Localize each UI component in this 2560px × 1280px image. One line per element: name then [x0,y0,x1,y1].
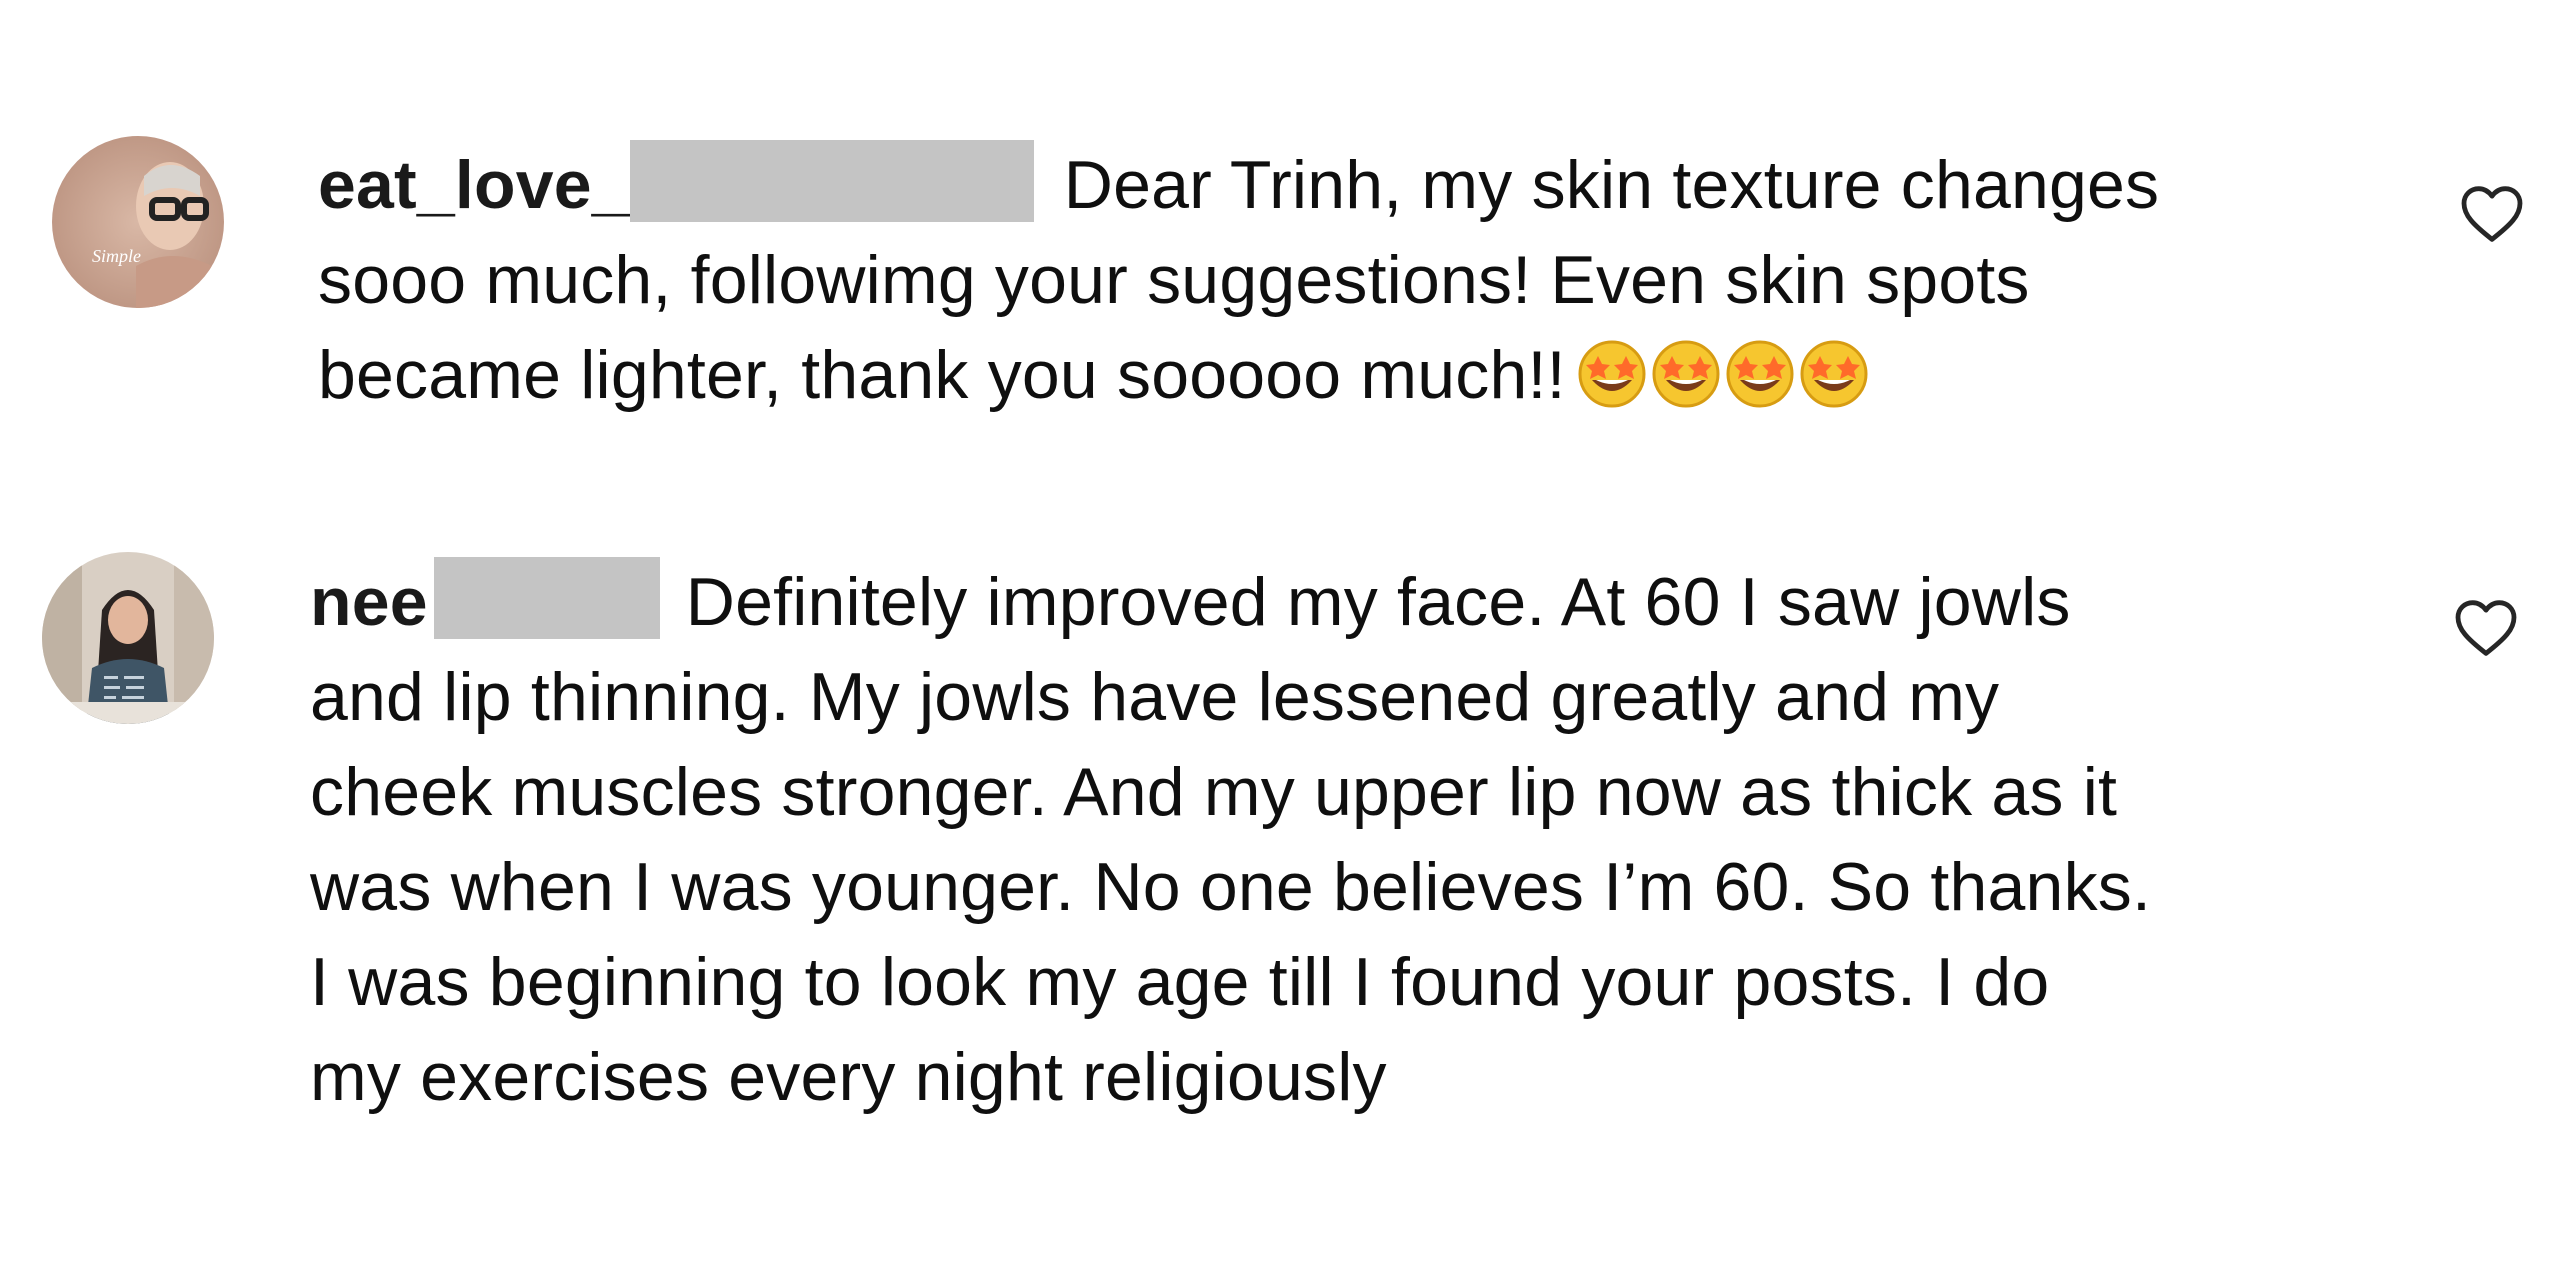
comment-text: Definitely improved my face. At 60 I saw… [685,564,2071,640]
comment-line: and lip thinning. My jowls have lessened… [310,659,2000,735]
heart-outline-icon [2455,600,2517,656]
comment-line: became lighter, thank you sooooo much!! [318,328,2498,423]
comment-body: eat_love_ Dear Trinh, my skin texture cha… [318,138,2498,423]
comment-text: became lighter, thank you sooooo much!! [318,337,1566,413]
comment-line: I was beginning to look my age till I fo… [310,944,2050,1020]
redaction-box [433,557,660,639]
comment-line: cheek muscles stronger. And my upper lip… [310,754,2118,830]
comment-line: eat_love_ Dear Trinh, my skin texture cha… [318,138,2498,233]
username[interactable]: nee [310,564,428,640]
avatar[interactable] [42,552,214,724]
redaction-box [629,140,1034,222]
avatar-overlay-text: Simple [92,246,141,266]
comment-line: nee Definitely improved my face. At 60 I … [310,555,2490,650]
star-struck-emoji-icon [1652,340,1720,408]
comment-line: sooo much, followimg your suggestions! E… [318,242,2030,318]
star-struck-emoji-icon [1578,340,1646,408]
username[interactable]: eat_love_ [318,147,630,223]
like-button[interactable] [2460,184,2524,244]
heart-outline-icon [2461,186,2523,242]
like-button[interactable] [2454,598,2518,658]
star-struck-emoji-icon [1800,340,1868,408]
comment-text: Dear Trinh, my skin texture changes [1063,147,2160,223]
comment-line: was when I was younger. No one believes … [310,849,2152,925]
emoji-row [1576,338,1872,435]
avatar-photo-glasses-icon: Simple [52,136,224,308]
comment-line: my exercises every night religiously [310,1039,1387,1115]
avatar[interactable]: Simple [52,136,224,308]
avatar-photo-woman-icon [42,552,214,724]
star-struck-emoji-icon [1726,340,1794,408]
comment-body: nee Definitely improved my face. At 60 I … [310,555,2490,1125]
